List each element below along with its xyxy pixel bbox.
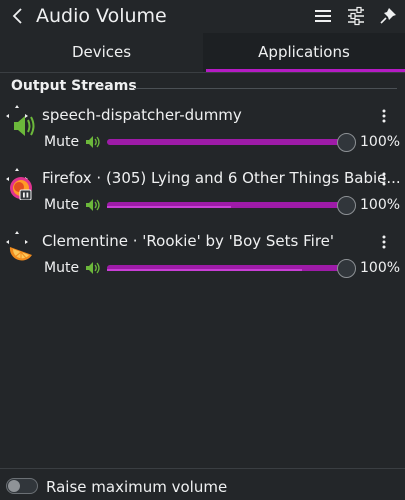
footer-divider bbox=[0, 468, 405, 469]
volume-percent: 100% bbox=[360, 260, 401, 276]
stream-item: Clementine · 'Rookie' by 'Boy Sets Fire'… bbox=[0, 231, 405, 291]
header: Audio Volume bbox=[0, 0, 405, 33]
volume-slider-handle[interactable] bbox=[337, 259, 356, 278]
mute-speaker-icon[interactable] bbox=[85, 198, 101, 212]
stream-item: speech-dispatcher-dummy Mute 100% bbox=[0, 105, 405, 165]
speaker-icon[interactable] bbox=[6, 105, 36, 137]
section-divider bbox=[134, 88, 397, 89]
volume-slider[interactable] bbox=[107, 139, 345, 145]
volume-slider-handle[interactable] bbox=[337, 196, 356, 215]
stream-menu-icon[interactable] bbox=[380, 107, 388, 125]
peak-meter bbox=[107, 269, 303, 271]
volume-slider-handle[interactable] bbox=[337, 133, 356, 152]
pin-icon[interactable] bbox=[378, 6, 398, 26]
clementine-icon[interactable] bbox=[6, 231, 36, 263]
tab-devices-label: Devices bbox=[71, 43, 132, 61]
raise-max-volume-label: Raise maximum volume bbox=[46, 478, 228, 496]
mute-speaker-icon[interactable] bbox=[85, 261, 101, 275]
volume-percent: 100% bbox=[360, 134, 401, 150]
mute-label: Mute bbox=[44, 134, 80, 150]
volume-percent: 100% bbox=[360, 197, 401, 213]
audio-volume-applet: Audio Volume Devices Applications Output… bbox=[0, 0, 405, 500]
stream-name: Firefox · (305) Lying and 6 Other Things… bbox=[42, 169, 401, 187]
raise-max-volume-toggle[interactable] bbox=[6, 478, 38, 494]
mute-label: Mute bbox=[44, 260, 80, 276]
page-title: Audio Volume bbox=[36, 5, 167, 27]
tab-bar: Devices Applications bbox=[0, 33, 405, 73]
stream-item: Firefox · (305) Lying and 6 Other Things… bbox=[0, 168, 405, 228]
hamburger-menu-icon[interactable] bbox=[313, 6, 333, 26]
mute-label: Mute bbox=[44, 197, 80, 213]
peak-meter bbox=[107, 206, 231, 208]
volume-slider[interactable] bbox=[107, 265, 345, 271]
mute-speaker-icon[interactable] bbox=[85, 135, 101, 149]
tab-applications[interactable]: Applications bbox=[203, 33, 405, 72]
stream-menu-icon[interactable] bbox=[380, 170, 388, 188]
stream-menu-icon[interactable] bbox=[380, 233, 388, 251]
toggle-knob bbox=[8, 480, 20, 492]
tab-devices[interactable]: Devices bbox=[0, 33, 203, 72]
volume-slider[interactable] bbox=[107, 202, 345, 208]
active-tab-indicator bbox=[206, 69, 405, 72]
firefox-icon[interactable] bbox=[6, 168, 36, 200]
stream-name: speech-dispatcher-dummy bbox=[42, 106, 242, 124]
mixer-settings-icon[interactable] bbox=[346, 6, 366, 26]
tab-applications-label: Applications bbox=[258, 43, 350, 61]
volume-fill bbox=[107, 139, 345, 145]
back-icon[interactable] bbox=[9, 6, 27, 26]
section-title: Output Streams bbox=[11, 78, 137, 94]
stream-name: Clementine · 'Rookie' by 'Boy Sets Fire' bbox=[42, 232, 335, 250]
